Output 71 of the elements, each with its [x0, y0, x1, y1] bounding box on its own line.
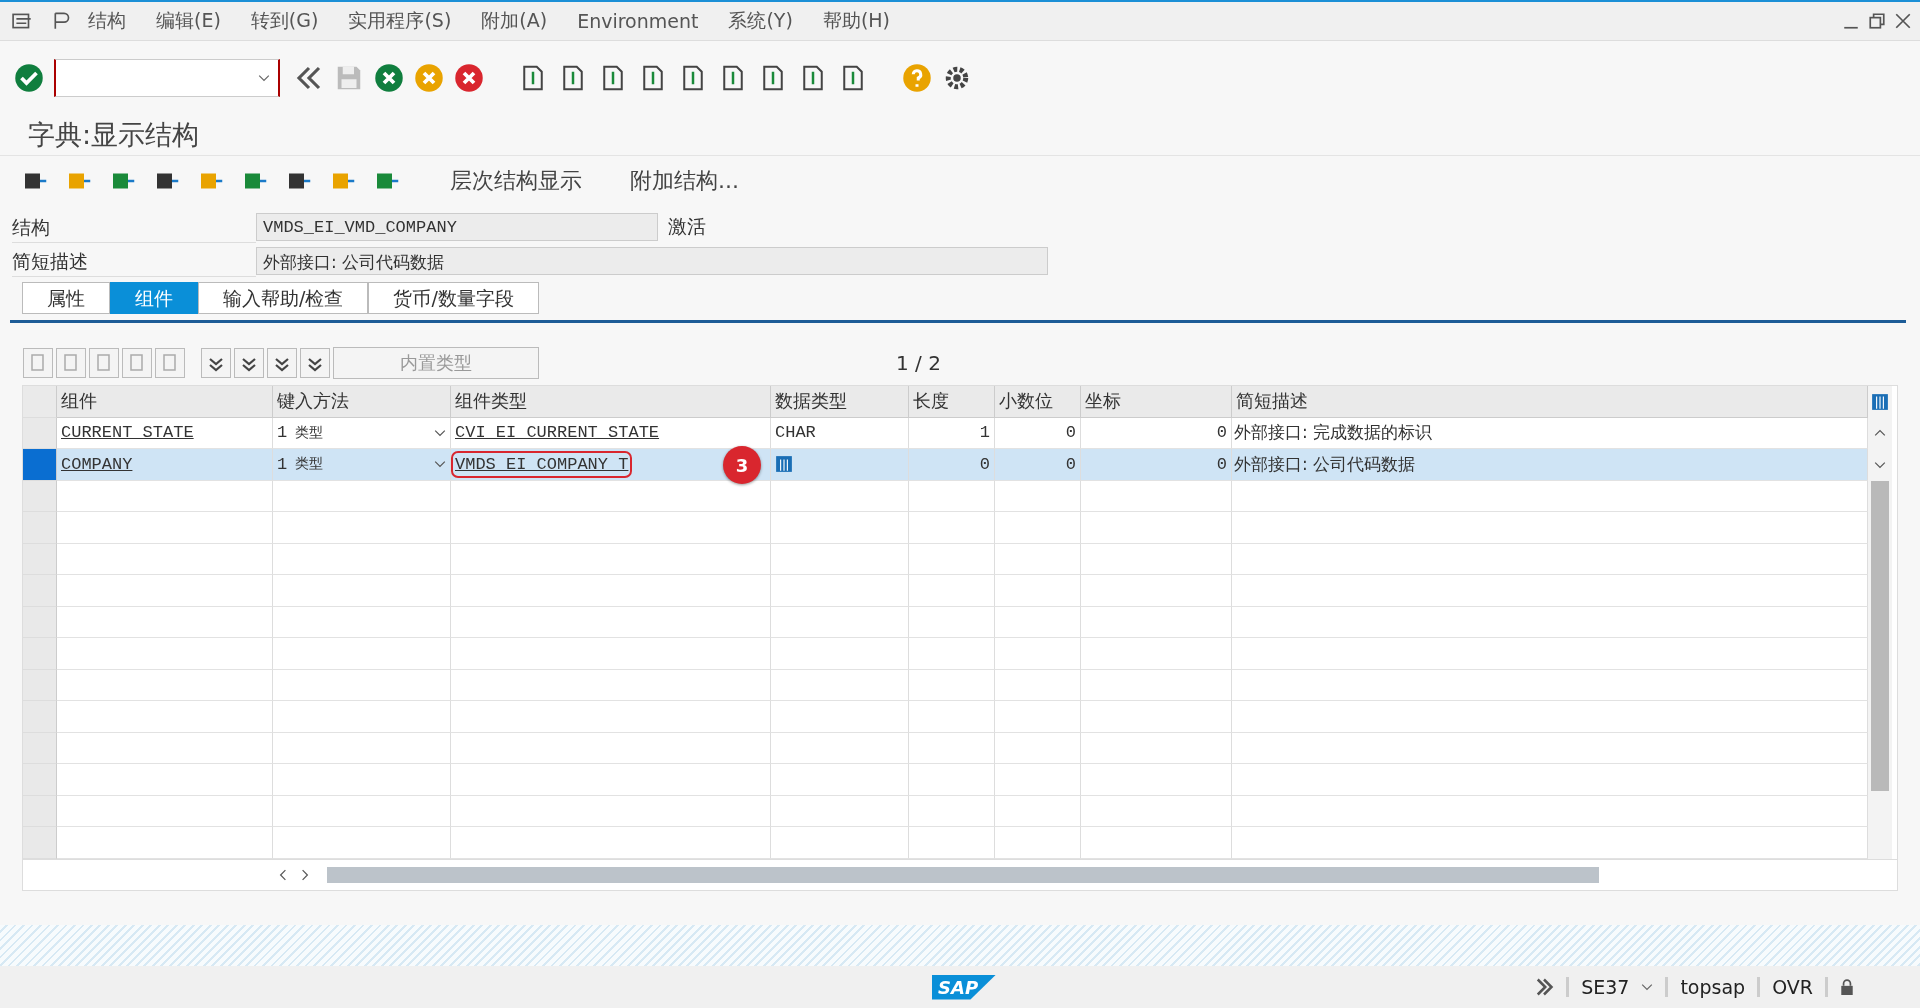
- menu-item[interactable]: 附加(A): [481, 8, 548, 34]
- status-text: 激活: [668, 214, 706, 239]
- help-icon[interactable]: [902, 63, 932, 93]
- double-right-icon[interactable]: [1534, 977, 1555, 997]
- menu-item[interactable]: Environment: [577, 10, 699, 32]
- table-cell: 外部接口: 公司代码数据: [1234, 452, 1416, 476]
- tab[interactable]: 输入帮助/检查: [198, 282, 369, 314]
- tab[interactable]: 货币/数量字段: [368, 282, 539, 314]
- dropdown-icon[interactable]: [1641, 983, 1654, 991]
- column-header[interactable]: 键入方法: [273, 386, 451, 418]
- caret-icon[interactable]: [434, 460, 446, 469]
- table-cell[interactable]: CURRENT_STATE: [61, 423, 194, 443]
- table-cell: CHAR: [775, 423, 816, 443]
- scrollbar-thumb[interactable]: [1871, 480, 1889, 791]
- scroll-down-icon[interactable]: [1874, 460, 1886, 469]
- column-settings-icon[interactable]: [1871, 392, 1889, 411]
- cancel-icon[interactable]: [454, 63, 484, 93]
- table-cell: 0: [979, 454, 990, 474]
- lock-icon: [1840, 979, 1854, 995]
- toolbar-button[interactable]: 附加结构...: [630, 166, 739, 196]
- table-icon[interactable]: [775, 455, 793, 474]
- toolbar-button[interactable]: 层次结构显示: [450, 166, 582, 196]
- logo: SAP: [932, 974, 997, 1000]
- entry-method-dropdown[interactable]: 1 类型: [273, 449, 451, 481]
- column-header[interactable]: 坐标: [1081, 386, 1232, 418]
- scroll-up-icon[interactable]: [1874, 429, 1886, 438]
- input-mode[interactable]: OVR: [1772, 976, 1813, 998]
- caret-icon[interactable]: [434, 428, 446, 437]
- column-header[interactable]: 组件类型: [451, 386, 771, 418]
- transaction-code[interactable]: SE37: [1581, 976, 1630, 998]
- column-header[interactable]: 长度: [909, 386, 995, 418]
- field-value: 外部接口: 公司代码数据: [256, 247, 1048, 275]
- column-header[interactable]: 数据类型: [771, 386, 909, 418]
- collapse-icon[interactable]: [201, 348, 231, 378]
- command-field[interactable]: [54, 59, 280, 97]
- column-header[interactable]: 简短描述: [1232, 386, 1868, 418]
- tab[interactable]: 属性: [22, 282, 110, 314]
- menu-item[interactable]: 系统(Y): [728, 8, 793, 34]
- field-label: 结构: [12, 211, 256, 243]
- menu-item[interactable]: 实用程序(S): [348, 8, 452, 34]
- entry-method-dropdown[interactable]: 1 类型: [273, 417, 451, 449]
- field-value: VMDS_EI_VMD_COMPANY: [256, 213, 658, 241]
- table-cell: 0: [1065, 454, 1076, 474]
- scroll-right-icon[interactable]: [301, 868, 309, 881]
- caret-icon[interactable]: [258, 74, 270, 82]
- menu-item[interactable]: 编辑(E): [156, 8, 221, 34]
- table-cell[interactable]: CVI_EI_CURRENT_STATE: [455, 423, 660, 443]
- table-cell: 0: [1216, 454, 1227, 474]
- table-cell: 0: [1065, 423, 1076, 443]
- header-corner: [23, 386, 57, 418]
- page-indicator: 1 / 2: [896, 351, 941, 375]
- tab[interactable]: 组件: [110, 282, 198, 314]
- server-name: topsap: [1680, 976, 1746, 998]
- restore-icon[interactable]: [1868, 12, 1886, 30]
- table-cell: 0: [1216, 423, 1227, 443]
- menu-item[interactable]: 结构: [88, 8, 126, 34]
- field-label: 简短描述: [12, 245, 256, 277]
- close-icon[interactable]: [1894, 12, 1912, 30]
- callout-badge: 3: [723, 446, 761, 484]
- screen-title: 字典:显示结构: [0, 115, 1920, 156]
- menu-icon[interactable]: [12, 12, 34, 30]
- table-cell: 外部接口: 完成数据的标识: [1234, 421, 1433, 445]
- scrollbar-thumb[interactable]: [327, 866, 1599, 883]
- check-icon[interactable]: [14, 63, 44, 93]
- column-header[interactable]: 组件: [57, 386, 273, 418]
- column-header[interactable]: 小数位: [995, 386, 1081, 418]
- table-cell: 1: [979, 423, 990, 443]
- menu-item[interactable]: 帮助(H): [822, 8, 890, 34]
- row-selector[interactable]: [23, 449, 57, 481]
- menu-item[interactable]: 转到(G): [250, 8, 319, 34]
- scroll-left-icon[interactable]: [279, 868, 287, 881]
